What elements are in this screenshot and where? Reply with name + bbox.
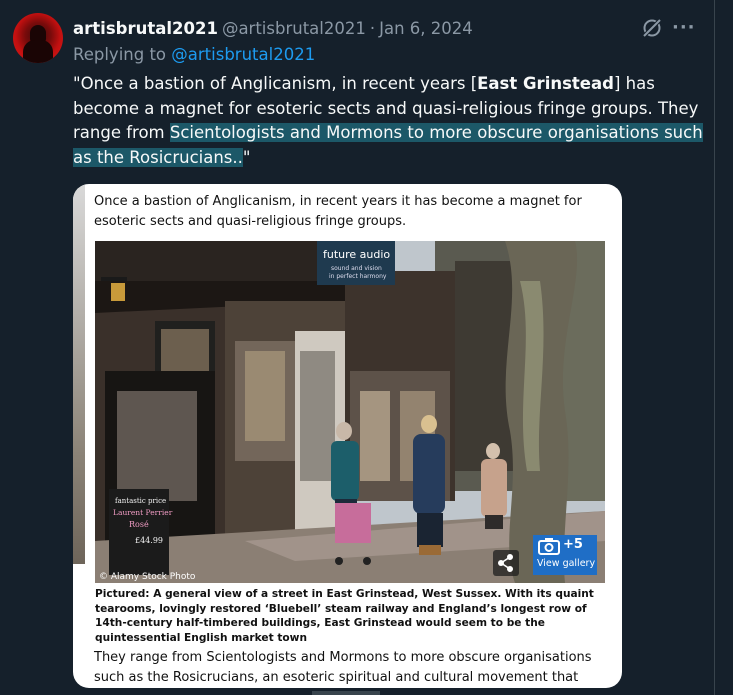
sign-line1: future audio xyxy=(323,248,390,261)
grok-icon[interactable] xyxy=(640,16,664,40)
tweet-text-part1: "Once a bastion of Anglicanism, in recen… xyxy=(73,74,478,93)
view-gallery-button[interactable]: +5 View gallery xyxy=(533,535,597,575)
share-icon xyxy=(498,554,513,572)
replying-to: Replying to @artisbrutal2021 xyxy=(73,45,315,64)
card-body-text: They range from Scientologists and Mormo… xyxy=(94,650,592,685)
board-line1: fantastic price xyxy=(115,497,166,505)
gallery-count: +5 xyxy=(563,537,583,552)
board-line2: Laurent Perrier xyxy=(113,508,173,517)
photo-caption: Pictured: A general view of a street in … xyxy=(95,588,594,644)
street-photo[interactable]: future audio sound and vision in perfect… xyxy=(95,241,605,583)
board-line3: Rosé xyxy=(129,520,149,529)
scroll-indicator xyxy=(312,691,380,695)
street-scene-image: future audio sound and vision in perfect… xyxy=(95,241,605,583)
card-intro-text: Once a bastion of Anglicanism, in recent… xyxy=(94,194,582,229)
attached-image-card[interactable]: Once a bastion of Anglicanism, in recent… xyxy=(73,184,622,688)
display-name[interactable]: artisbrutal2021 xyxy=(73,19,218,38)
separator-dot: · xyxy=(369,18,376,38)
photo-credit: © Alamy Stock Photo xyxy=(99,572,196,582)
share-button[interactable] xyxy=(493,550,519,576)
user-handle[interactable]: @artisbrutal2021 xyxy=(222,19,366,38)
sign-line3: in perfect harmony xyxy=(329,273,387,280)
replying-to-handle[interactable]: @artisbrutal2021 xyxy=(171,45,315,64)
timeline-border xyxy=(714,0,715,695)
sign-line2: sound and vision xyxy=(331,265,382,272)
tweet-text: "Once a bastion of Anglicanism, in recen… xyxy=(73,72,703,170)
tweet-header: artisbrutal2021 @artisbrutal2021 · Jan 6… xyxy=(73,16,473,40)
tweet-text-part3: " xyxy=(242,147,251,167)
gallery-label: View gallery xyxy=(537,558,596,569)
board-line4: £44.99 xyxy=(135,536,163,545)
card-left-edge xyxy=(73,184,85,564)
tweet-text-bold: East Grinstead xyxy=(477,74,614,93)
avatar[interactable] xyxy=(13,13,63,63)
camera-icon xyxy=(538,538,560,555)
replying-to-label: Replying to xyxy=(73,45,167,64)
tweet-date[interactable]: Jan 6, 2024 xyxy=(379,19,473,38)
more-options-icon[interactable]: ··· xyxy=(672,16,695,40)
